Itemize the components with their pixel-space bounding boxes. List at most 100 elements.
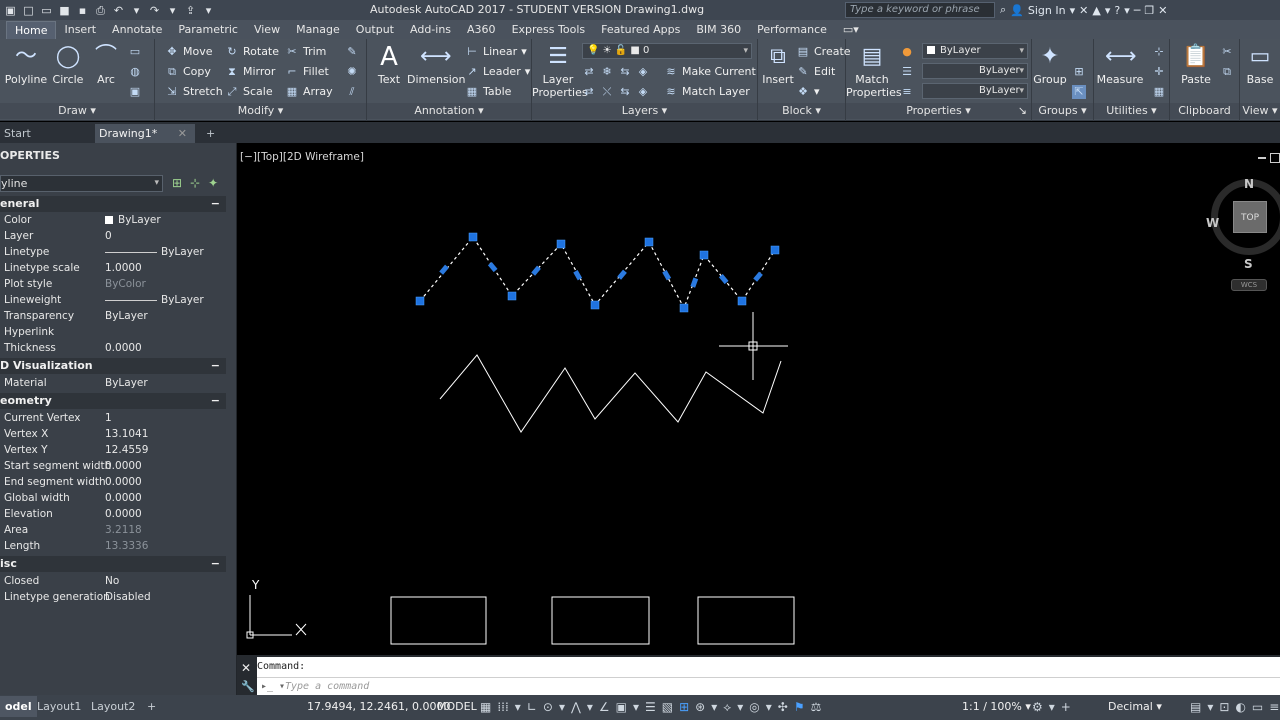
match-properties-button[interactable]: ▤ Match Properties xyxy=(846,43,902,99)
arc-button[interactable]: ⌒ Arc xyxy=(80,43,132,86)
layers-panel-label[interactable]: Layers ▾ xyxy=(532,103,757,119)
auto-scale-icon[interactable]: ⚖ xyxy=(811,700,822,714)
explode-button[interactable]: ✺ xyxy=(345,63,359,80)
polyline-midpoint-grips[interactable] xyxy=(439,262,763,288)
viewcube-top-face[interactable]: TOP xyxy=(1233,201,1267,233)
viewcube[interactable]: TOP N S W WCS xyxy=(1206,177,1280,291)
section-3d-visualization[interactable]: D Visualization − xyxy=(0,358,226,374)
quick-properties-icon[interactable]: ▤ xyxy=(1190,700,1201,714)
ungroup-button[interactable]: ⊞ xyxy=(1072,63,1086,80)
prop-linetype[interactable]: Linetype ByLayer xyxy=(0,244,226,260)
quick-select-icon[interactable]: ✦ xyxy=(208,176,218,190)
layer-dropdown[interactable]: 💡 ☀ 🔓 ■ 0 xyxy=(582,43,752,59)
3d-osnap-icon[interactable]: ⊛ xyxy=(695,700,705,714)
prop-vertex-x[interactable]: Vertex X 13.1041 xyxy=(0,426,226,442)
redo-dropdown-icon[interactable]: ▾ xyxy=(166,4,179,17)
prop-color[interactable]: Color ByLayer xyxy=(0,212,226,228)
make-current-button[interactable]: ≋ Make Current xyxy=(664,63,755,80)
help-menu-icon[interactable]: ▾ xyxy=(1124,4,1130,17)
color-dropdown[interactable]: ByLayer xyxy=(922,43,1028,59)
tab-layout2[interactable]: Layout2 xyxy=(86,696,140,717)
help-icon[interactable]: ? xyxy=(1114,4,1120,17)
file-tab-start[interactable]: Start xyxy=(0,124,90,143)
undo-icon[interactable]: ↶ xyxy=(112,4,125,17)
prop-thickness[interactable]: Thickness 0.0000 xyxy=(0,340,226,356)
lineweight-display-icon[interactable]: ☰ xyxy=(645,700,656,714)
prop-material[interactable]: Material ByLayer xyxy=(0,375,226,391)
tab-featured-apps[interactable]: Featured Apps xyxy=(593,21,688,39)
line-tool[interactable]: ▭ xyxy=(128,43,142,60)
point-button[interactable]: ✛ xyxy=(1152,63,1166,80)
stretch-button[interactable]: ⇲ Stretch xyxy=(165,83,222,100)
fillet-button[interactable]: ⌐ Fillet xyxy=(285,63,328,80)
copy-button[interactable]: ⧉ Copy xyxy=(165,63,211,80)
prop-area[interactable]: Area 3.2118 xyxy=(0,522,226,538)
redo-icon[interactable]: ↷ xyxy=(148,4,161,17)
minimize-icon[interactable]: ─ xyxy=(1134,4,1141,17)
new-tab-button[interactable]: + xyxy=(202,124,222,143)
group-button[interactable]: ✦ Group xyxy=(1024,43,1076,86)
units-dropdown[interactable]: Decimal ▾ xyxy=(1108,695,1162,719)
prop-linetype-generation[interactable]: Linetype generation Disabled xyxy=(0,589,226,605)
customize-icon[interactable]: ▾ xyxy=(202,4,215,17)
rectangle-1[interactable] xyxy=(390,596,487,645)
rotate-button[interactable]: ↻ Rotate xyxy=(225,43,279,60)
open-icon[interactable]: ▭ xyxy=(40,4,53,17)
prop-length[interactable]: Length 13.3336 xyxy=(0,538,226,554)
modify-panel-label[interactable]: Modify ▾ xyxy=(155,103,366,119)
app-menu-icon[interactable]: ▣ xyxy=(4,4,17,17)
groups-panel-label[interactable]: Groups ▾ xyxy=(1032,103,1093,119)
layer-tools-row-2[interactable]: ⇄ ⤬ ⇆ ◈ xyxy=(582,83,650,100)
grid-icon[interactable]: ▦ xyxy=(480,700,491,714)
match-layer-button[interactable]: ≋ Match Layer xyxy=(664,83,749,100)
clean-screen-icon[interactable]: ▭ xyxy=(1252,700,1263,714)
tab-add-ins[interactable]: Add-ins xyxy=(402,21,459,39)
customization-icon[interactable]: ≡ xyxy=(1269,700,1279,714)
workspace-gear-icon[interactable]: ⚙ xyxy=(1032,700,1043,714)
tab-annotate[interactable]: Annotate xyxy=(104,21,170,39)
paste-button[interactable]: 📋 Paste xyxy=(1170,43,1222,86)
calculator-button[interactable]: ▦ xyxy=(1152,83,1166,100)
draw-panel-label[interactable]: Draw ▾ xyxy=(0,103,154,119)
tab-insert[interactable]: Insert xyxy=(56,21,104,39)
tab-home[interactable]: Home xyxy=(6,21,57,39)
erase-button[interactable]: ✎ xyxy=(345,43,359,60)
scale-button[interactable]: ⤢ Scale xyxy=(225,83,273,100)
tab-bim-360[interactable]: BIM 360 xyxy=(688,21,749,39)
new-icon[interactable]: □ xyxy=(22,4,35,17)
tab-express-tools[interactable]: Express Tools xyxy=(504,21,594,39)
section-general[interactable]: eneral − xyxy=(0,196,226,212)
compass-north[interactable]: N xyxy=(1244,177,1254,191)
section-geometry[interactable]: eometry − xyxy=(0,393,226,409)
exchange-icon[interactable]: ✕ xyxy=(1079,4,1088,17)
restore-icon[interactable]: ❐ xyxy=(1144,4,1154,17)
prop-current-vertex[interactable]: Current Vertex 1 xyxy=(0,410,226,426)
create-block-button[interactable]: ▤ Create xyxy=(796,43,851,60)
object-snap-icon[interactable]: ▣ xyxy=(616,700,627,714)
save-icon[interactable]: ■ xyxy=(58,4,71,17)
toggle-pickadd-icon[interactable]: ⊞ xyxy=(172,176,182,190)
prop-vertex-y[interactable]: Vertex Y 12.4559 xyxy=(0,442,226,458)
a360-icon[interactable]: ▲ xyxy=(1092,4,1100,17)
select-objects-icon[interactable]: ⊹ xyxy=(190,176,200,190)
block-attributes-button[interactable]: ❖ ▾ xyxy=(796,83,819,100)
tab-parametric[interactable]: Parametric xyxy=(170,21,246,39)
offset-button[interactable]: ⫽ xyxy=(345,83,359,100)
drawing-canvas[interactable]: [−][Top][2D Wireframe] Y TOP N S W WCS xyxy=(237,143,1280,653)
utilities-panel-label[interactable]: Utilities ▾ xyxy=(1094,103,1169,119)
snap-icon[interactable]: ⁞⁞⁞ xyxy=(497,700,508,714)
section-misc[interactable]: isc − xyxy=(0,556,226,572)
measure-button[interactable]: ⟷ Measure xyxy=(1094,43,1146,86)
view-panel-label[interactable]: View ▾ xyxy=(1240,103,1280,119)
prop-plot-style[interactable]: Plot style ByColor xyxy=(0,276,226,292)
customize-command-icon[interactable]: 🔧 xyxy=(241,680,255,693)
isolate-objects-icon[interactable]: ◐ xyxy=(1235,700,1245,714)
compass-west[interactable]: W xyxy=(1206,216,1219,230)
selection-cycling-icon[interactable]: ⊞ xyxy=(679,700,689,714)
rectangle-3[interactable] xyxy=(697,596,795,645)
ribbon-minimize-icon[interactable]: ▭▾ xyxy=(835,21,867,39)
block-panel-label[interactable]: Block ▾ xyxy=(758,103,845,119)
sign-in-link[interactable]: Sign In xyxy=(1028,4,1066,17)
object-snap-tracking-icon[interactable]: ∠ xyxy=(599,700,610,714)
group-select-button[interactable]: ⇱ xyxy=(1072,83,1086,100)
